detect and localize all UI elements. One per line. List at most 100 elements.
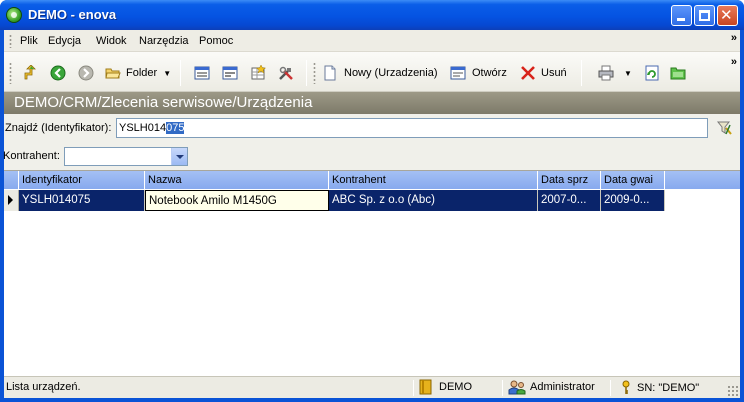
print-dropdown-icon[interactable]: ▼ bbox=[624, 69, 632, 78]
status-bar: Lista urządzeń. DEMO Administrator SN: "… bbox=[4, 376, 740, 398]
cell-nazwa[interactable]: Notebook Amilo M1450G bbox=[145, 190, 329, 211]
maximize-button[interactable] bbox=[694, 5, 715, 26]
cell-identyfikator[interactable]: YSLH014075 bbox=[19, 190, 145, 211]
status-serial[interactable]: SN: "DEMO" bbox=[620, 380, 699, 396]
menu-widok[interactable]: Widok bbox=[96, 35, 127, 47]
folder-label: Folder bbox=[126, 67, 158, 79]
search-input-text: YSLH014 bbox=[119, 122, 167, 134]
list-view-icon bbox=[194, 65, 210, 81]
filter-clear-button[interactable] bbox=[716, 119, 734, 140]
status-user-label: Administrator bbox=[530, 381, 595, 393]
folder-dropdown-icon[interactable]: ▼ bbox=[163, 69, 171, 78]
toolbar-grip[interactable] bbox=[9, 62, 12, 84]
menu-narzedzia[interactable]: Narzędzia bbox=[139, 35, 189, 47]
status-separator-2 bbox=[502, 380, 503, 396]
app-icon[interactable] bbox=[6, 7, 22, 23]
toolbar-separator-3 bbox=[581, 60, 582, 86]
toolbar-grip-2[interactable] bbox=[313, 62, 316, 84]
menu-plik[interactable]: Plik bbox=[20, 35, 38, 47]
contractor-select[interactable] bbox=[64, 147, 188, 166]
tools-icon bbox=[278, 65, 294, 81]
column-data-gwarancji[interactable]: Data gwai bbox=[601, 171, 665, 189]
breadcrumb-band: DEMO/CRM/Zlecenia serwisowe/Urządzenia bbox=[4, 92, 740, 114]
user-icon bbox=[508, 380, 526, 395]
open-button-label: Otwórz bbox=[472, 67, 507, 79]
cell-data-sprzedazy[interactable]: 2007-0... bbox=[538, 190, 601, 211]
delete-button[interactable]: Usuń bbox=[520, 62, 567, 84]
contractor-label: Kontrahent: bbox=[3, 150, 60, 162]
menu-overflow-icon[interactable]: » bbox=[731, 32, 737, 44]
toolbar-overflow-icon[interactable]: » bbox=[731, 56, 737, 68]
status-database[interactable]: DEMO bbox=[419, 379, 472, 395]
title-bar[interactable]: DEMO - enova ✕ bbox=[0, 0, 744, 30]
close-icon: ✕ bbox=[720, 6, 733, 24]
new-button-label: Nowy (Urzadzenia) bbox=[344, 67, 438, 79]
search-input[interactable]: YSLH014075 bbox=[116, 118, 708, 138]
open-button[interactable]: Otwórz bbox=[450, 62, 507, 84]
back-button[interactable] bbox=[50, 62, 66, 84]
row-indicator[interactable] bbox=[4, 190, 19, 211]
filter-funnel-icon bbox=[716, 121, 732, 135]
column-nazwa[interactable]: Nazwa bbox=[145, 171, 329, 189]
printer-icon bbox=[598, 65, 614, 81]
forward-button[interactable] bbox=[78, 62, 94, 84]
filter-settings-button[interactable] bbox=[250, 62, 267, 84]
column-kontrahent[interactable]: Kontrahent bbox=[329, 171, 538, 189]
column-data-sprzedazy[interactable]: Data sprz bbox=[538, 171, 601, 189]
status-separator bbox=[413, 380, 414, 396]
menu-grip[interactable] bbox=[9, 34, 12, 48]
open-form-icon bbox=[450, 65, 466, 81]
database-book-icon bbox=[419, 379, 432, 395]
folder-up-icon bbox=[22, 64, 38, 81]
menu-pomoc[interactable]: Pomoc bbox=[199, 35, 233, 47]
status-text: Lista urządzeń. bbox=[6, 381, 81, 393]
form-view-button[interactable] bbox=[222, 62, 238, 84]
tools-button[interactable] bbox=[278, 62, 294, 84]
print-button[interactable]: ▼ bbox=[598, 62, 632, 84]
breadcrumb: DEMO/CRM/Zlecenia serwisowe/Urządzenia bbox=[14, 94, 313, 111]
client-area: Plik Edycja Widok Narzędzia Pomoc » Fold… bbox=[3, 30, 740, 398]
minimize-icon bbox=[677, 18, 685, 21]
refresh-icon bbox=[644, 65, 660, 81]
window-title: DEMO - enova bbox=[28, 7, 117, 22]
folder-icon bbox=[105, 65, 121, 81]
close-button[interactable]: ✕ bbox=[717, 5, 738, 26]
app-window: DEMO - enova ✕ Plik Edycja Widok Narzędz… bbox=[0, 0, 744, 402]
menu-bar: Plik Edycja Widok Narzędzia Pomoc » bbox=[4, 30, 740, 52]
grid-header: Identyfikator Nazwa Kontrahent Data sprz… bbox=[4, 171, 740, 189]
delete-button-label: Usuń bbox=[541, 67, 567, 79]
refresh-button[interactable] bbox=[644, 62, 660, 84]
search-input-selection: 075 bbox=[166, 122, 185, 134]
cell-kontrahent[interactable]: ABC Sp. z o.o (Abc) bbox=[329, 190, 538, 211]
folder-button[interactable]: Folder ▼ bbox=[105, 62, 171, 84]
resize-grip[interactable] bbox=[727, 385, 738, 396]
table-row[interactable]: YSLH014075 Notebook Amilo M1450G ABC Sp.… bbox=[4, 190, 670, 211]
column-identyfikator[interactable]: Identyfikator bbox=[19, 171, 145, 189]
grid-star-icon bbox=[250, 64, 267, 81]
contractor-dropdown-button[interactable] bbox=[171, 148, 187, 165]
green-folder-button[interactable] bbox=[670, 62, 686, 84]
cell-data-gwarancji[interactable]: 2009-0... bbox=[601, 190, 665, 211]
menu-edycja[interactable]: Edycja bbox=[48, 35, 81, 47]
status-serial-label: SN: "DEMO" bbox=[637, 382, 700, 394]
search-label: Znajdź (Identyfikator): bbox=[5, 122, 112, 134]
grid-header-selector bbox=[4, 171, 19, 189]
up-button[interactable] bbox=[22, 62, 38, 84]
status-user[interactable]: Administrator bbox=[508, 379, 595, 395]
form-view-icon bbox=[222, 65, 238, 81]
maximize-icon bbox=[699, 10, 710, 21]
toolbar-separator-2 bbox=[306, 60, 307, 86]
arrow-left-icon bbox=[50, 65, 66, 81]
details-view-button[interactable] bbox=[194, 62, 210, 84]
minimize-button[interactable] bbox=[671, 5, 692, 26]
toolbar: Folder ▼ Nowy (Urzadzenia) Otwórz Usuń ▼… bbox=[4, 52, 740, 92]
key-icon bbox=[622, 380, 630, 394]
arrow-right-icon bbox=[78, 65, 94, 81]
new-document-icon bbox=[322, 65, 338, 81]
delete-x-icon bbox=[520, 65, 536, 81]
new-button[interactable]: Nowy (Urzadzenia) bbox=[322, 62, 438, 84]
devices-grid: Identyfikator Nazwa Kontrahent Data sprz… bbox=[4, 170, 740, 376]
row-pointer-icon bbox=[8, 195, 13, 205]
status-separator-3 bbox=[610, 380, 611, 396]
status-database-label: DEMO bbox=[439, 381, 472, 393]
